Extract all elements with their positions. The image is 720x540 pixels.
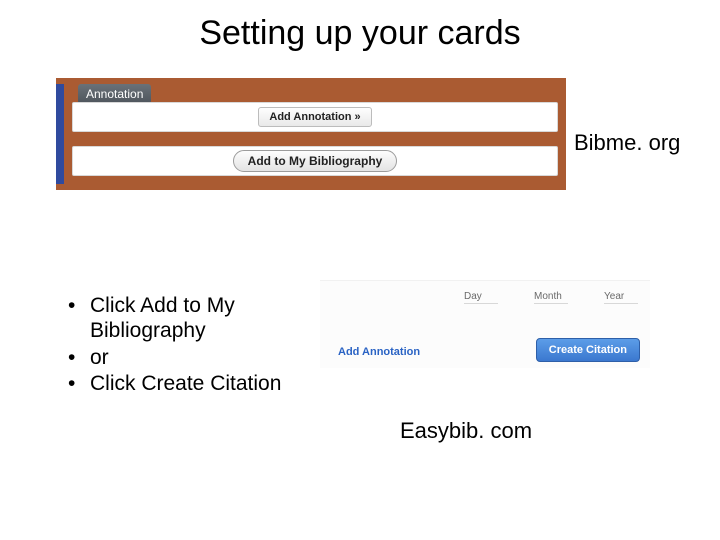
bullet-item: Click Add to My Bibliography — [68, 294, 288, 344]
month-field-label: Month — [534, 291, 568, 304]
blue-edge — [56, 84, 64, 184]
add-to-my-bibliography-button[interactable]: Add to My Bibliography — [233, 150, 398, 172]
add-bibliography-band: Add to My Bibliography — [72, 146, 558, 176]
add-annotation-link[interactable]: Add Annotation — [338, 346, 420, 358]
slide-title: Setting up your cards — [0, 14, 720, 53]
add-annotation-band: Add Annotation » — [72, 102, 558, 132]
instruction-bullets: Click Add to My Bibliography or Click Cr… — [68, 294, 288, 399]
bibme-site-label: Bibme. org — [574, 130, 680, 156]
day-field-label: Day — [464, 291, 498, 304]
date-fields-row: Day Month Year — [464, 291, 638, 304]
create-citation-button[interactable]: Create Citation — [536, 338, 640, 362]
bullet-item: Click Create Citation — [68, 372, 288, 397]
annotation-tab[interactable]: Annotation — [78, 84, 151, 104]
bibme-screenshot: Annotation Add Annotation » Add to My Bi… — [56, 78, 566, 190]
add-annotation-button[interactable]: Add Annotation » — [258, 107, 371, 127]
year-field-label: Year — [604, 291, 638, 304]
easybib-site-label: Easybib. com — [400, 418, 532, 444]
easybib-screenshot: Day Month Year Add Annotation Create Cit… — [320, 280, 650, 368]
bullet-item: or — [68, 346, 288, 371]
